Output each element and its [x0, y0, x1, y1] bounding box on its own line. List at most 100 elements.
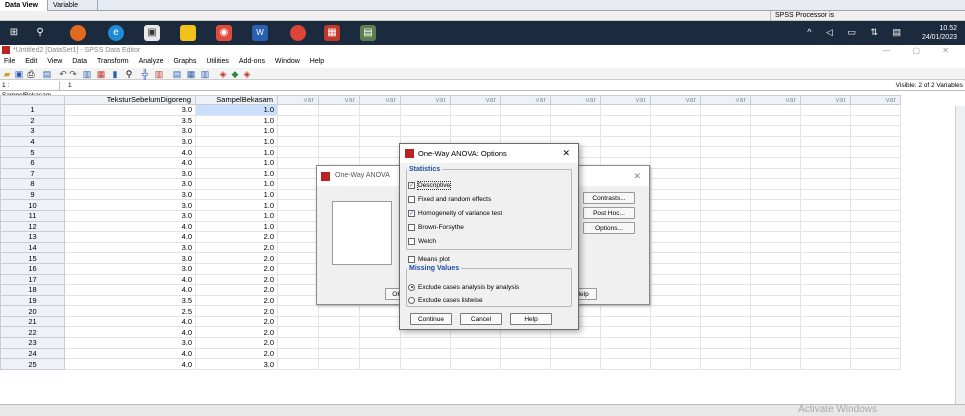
menu-transform[interactable]: Transform	[97, 58, 129, 65]
data-cell[interactable]: 2.0	[195, 273, 278, 286]
data-cell[interactable]	[650, 231, 701, 243]
data-cell[interactable]	[850, 199, 901, 211]
data-cell[interactable]	[650, 262, 701, 275]
empty-column-header[interactable]: var	[450, 95, 501, 105]
menu-file[interactable]: File	[4, 58, 15, 65]
data-cell[interactable]	[650, 294, 701, 307]
data-cell[interactable]	[800, 294, 851, 307]
row-number[interactable]: 20	[0, 305, 65, 317]
data-cell[interactable]: 2.0	[195, 252, 278, 264]
menu-data[interactable]: Data	[72, 58, 87, 65]
app-icon-red[interactable]: ◉	[216, 25, 232, 41]
data-cell[interactable]	[800, 146, 851, 158]
row-number[interactable]: 23	[0, 337, 65, 349]
data-cell[interactable]	[850, 220, 901, 233]
data-cell[interactable]	[600, 146, 651, 158]
undo-icon[interactable]: ↶	[58, 69, 68, 79]
data-cell[interactable]: 1.0	[195, 146, 278, 158]
data-cell[interactable]	[850, 114, 901, 127]
data-cell[interactable]: 3.0	[64, 104, 196, 116]
row-number[interactable]: 7	[0, 167, 65, 180]
data-cell[interactable]	[500, 337, 551, 349]
data-cell[interactable]	[650, 305, 701, 317]
data-cell[interactable]	[650, 241, 701, 254]
data-cell[interactable]: 3.0	[64, 241, 196, 254]
close-icon[interactable]: ✕	[562, 144, 570, 163]
data-cell[interactable]	[700, 104, 751, 116]
vertical-scrollbar[interactable]	[955, 106, 965, 404]
data-cell[interactable]	[800, 220, 851, 233]
data-cell[interactable]: 1.0	[195, 135, 278, 148]
data-cell[interactable]	[277, 305, 319, 317]
show-all-icon[interactable]: ◈	[242, 69, 252, 79]
system-tray-icons[interactable]: ^ ◁ ▭ ⇅ ▤	[807, 27, 907, 38]
data-cell[interactable]	[277, 326, 319, 339]
row-number[interactable]: 13	[0, 231, 65, 243]
data-cell[interactable]	[359, 358, 401, 370]
data-cell[interactable]	[359, 146, 401, 158]
data-cell[interactable]	[750, 241, 801, 254]
data-cell[interactable]	[850, 231, 901, 243]
brown-forsythe-checkbox[interactable]: Brown-Forsythe	[408, 223, 464, 233]
data-cell[interactable]	[318, 358, 360, 370]
data-cell[interactable]	[750, 252, 801, 264]
row-number[interactable]: 18	[0, 284, 65, 296]
data-cell[interactable]: 2.0	[195, 337, 278, 349]
row-number[interactable]: 25	[0, 358, 65, 370]
data-cell[interactable]	[850, 305, 901, 317]
data-cell[interactable]	[600, 347, 651, 360]
data-cell[interactable]	[750, 305, 801, 317]
chrome-icon[interactable]	[290, 25, 306, 41]
data-cell[interactable]	[750, 326, 801, 339]
data-cell[interactable]	[800, 125, 851, 137]
data-cell[interactable]: 4.0	[64, 273, 196, 286]
data-cell[interactable]: 2.0	[195, 305, 278, 317]
select-cases-icon[interactable]: ▥	[200, 69, 210, 79]
data-cell[interactable]	[800, 347, 851, 360]
data-cell[interactable]	[450, 337, 501, 349]
data-cell[interactable]	[800, 156, 851, 169]
data-cell[interactable]	[500, 104, 551, 116]
data-cell[interactable]	[700, 326, 751, 339]
data-cell[interactable]	[700, 262, 751, 275]
data-cell[interactable]: 3.0	[64, 262, 196, 275]
data-cell[interactable]	[277, 284, 319, 296]
data-cell[interactable]: 3.0	[64, 125, 196, 137]
row-number[interactable]: 5	[0, 146, 65, 158]
data-cell[interactable]: 4.0	[64, 358, 196, 370]
data-cell[interactable]	[700, 220, 751, 233]
data-cell[interactable]	[800, 337, 851, 349]
data-cell[interactable]: 4.0	[64, 284, 196, 296]
data-cell[interactable]	[700, 315, 751, 328]
data-cell[interactable]	[850, 326, 901, 339]
data-cell[interactable]	[500, 114, 551, 127]
print-icon[interactable]: ⎙	[26, 69, 36, 79]
data-cell[interactable]	[700, 156, 751, 169]
data-cell[interactable]	[650, 326, 701, 339]
data-cell[interactable]	[700, 241, 751, 254]
data-cell[interactable]	[550, 347, 601, 360]
menu-help[interactable]: Help	[310, 58, 324, 65]
data-cell[interactable]	[750, 178, 801, 190]
data-cell[interactable]	[700, 337, 751, 349]
data-cell[interactable]	[600, 315, 651, 328]
menu-graphs[interactable]: Graphs	[173, 58, 196, 65]
data-cell[interactable]	[700, 146, 751, 158]
data-cell[interactable]	[800, 188, 851, 201]
data-cell[interactable]	[600, 358, 651, 370]
row-number[interactable]: 19	[0, 294, 65, 307]
weight-cases-icon[interactable]: ▦	[186, 69, 196, 79]
data-cell[interactable]	[650, 178, 701, 190]
data-cell[interactable]	[850, 358, 901, 370]
data-cell[interactable]: 4.0	[64, 231, 196, 243]
data-cell[interactable]	[650, 125, 701, 137]
data-cell[interactable]: 3.0	[64, 337, 196, 349]
data-cell[interactable]	[277, 188, 319, 201]
contrasts-button[interactable]: Contrasts...	[583, 192, 635, 204]
row-number[interactable]: 17	[0, 273, 65, 286]
data-cell[interactable]: 1.0	[195, 188, 278, 201]
redo-icon[interactable]: ↷	[68, 69, 78, 79]
data-cell[interactable]	[550, 358, 601, 370]
horizontal-scrollbar[interactable]: Activate Windows	[0, 404, 965, 416]
data-cell[interactable]	[800, 231, 851, 243]
